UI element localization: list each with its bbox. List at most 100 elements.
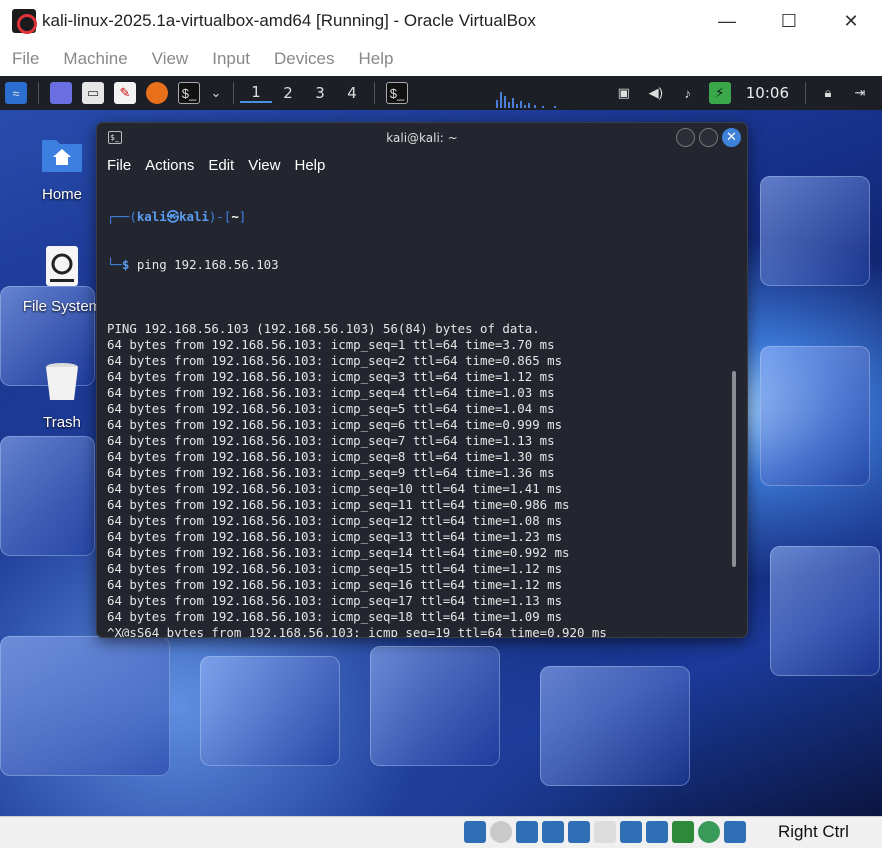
panel-separator: [38, 82, 39, 104]
terminal-menu-actions[interactable]: Actions: [145, 157, 194, 174]
terminal-line: 64 bytes from 192.168.56.103: icmp_seq=2…: [107, 353, 563, 368]
prompt-bracket: )-[: [208, 209, 232, 224]
terminal-task-icon[interactable]: $_: [386, 82, 408, 104]
terminal-line: 64 bytes from 192.168.56.103: icmp_seq=1…: [107, 577, 563, 592]
menu-file[interactable]: File: [0, 49, 51, 69]
terminal-line: 64 bytes from 192.168.56.103: icmp_seq=8…: [107, 449, 555, 464]
terminal-close-button[interactable]: ✕: [722, 128, 741, 147]
vbox-menubar: File Machine View Input Devices Help: [0, 42, 882, 76]
terminal-line: 64 bytes from 192.168.56.103: icmp_seq=7…: [107, 433, 555, 448]
file-manager-icon[interactable]: ▭: [82, 82, 104, 104]
terminal-maximize-button[interactable]: [699, 128, 718, 147]
terminal-line: 64 bytes from 192.168.56.103: icmp_seq=1…: [107, 545, 570, 560]
notification-bell-icon[interactable]: ♪: [677, 82, 699, 104]
minimize-button[interactable]: —: [696, 0, 758, 42]
terminal-line: 64 bytes from 192.168.56.103: icmp_seq=1…: [107, 609, 563, 624]
prompt-bracket: ┌──(: [107, 209, 137, 224]
workspace-3[interactable]: 3: [304, 84, 336, 102]
terminal-line: 64 bytes from 192.168.56.103: icmp_seq=6…: [107, 417, 563, 432]
chevron-down-icon[interactable]: ⌄: [210, 82, 222, 104]
prompt-user: kali: [136, 209, 167, 224]
maximize-button[interactable]: ☐: [758, 0, 820, 42]
display-status-icon[interactable]: [620, 821, 642, 843]
menu-machine[interactable]: Machine: [51, 49, 139, 69]
menu-help[interactable]: Help: [347, 49, 406, 69]
volume-icon[interactable]: ◀): [645, 82, 667, 104]
guest-additions-icon[interactable]: [698, 821, 720, 843]
audio-icon[interactable]: [516, 821, 538, 843]
network-icon[interactable]: [542, 821, 564, 843]
terminal-line: 64 bytes from 192.168.56.103: icmp_seq=1…: [107, 513, 563, 528]
terminal-line: 64 bytes from 192.168.56.103: icmp_seq=5…: [107, 401, 555, 416]
panel-clock[interactable]: 10:06: [746, 84, 789, 102]
optical-drive-icon[interactable]: [490, 821, 512, 843]
display-icon[interactable]: ▣: [613, 82, 635, 104]
terminal-launcher-icon[interactable]: $_: [178, 82, 200, 104]
kali-panel: ≈ ▭ ✎ $_ ⌄ 1 2 3 4 $_ ▣ ◀) ♪ ⚡ 10:06 🔒︎ …: [0, 76, 882, 110]
terminal-titlebar[interactable]: $_ kali@kali: ~ ✕: [97, 123, 747, 153]
shared-folders-icon[interactable]: [594, 821, 616, 843]
cpu-activity-icon[interactable]: [672, 821, 694, 843]
panel-separator: [374, 82, 375, 104]
vbox-titlebar: kali-linux-2025.1a-virtualbox-amd64 [Run…: [0, 0, 882, 42]
vbox-statusbar: Right Ctrl: [0, 816, 882, 848]
window-title: kali-linux-2025.1a-virtualbox-amd64 [Run…: [42, 11, 536, 30]
status-icons: [464, 821, 746, 843]
terminal-menu-view[interactable]: View: [248, 157, 280, 174]
terminal-menu-file[interactable]: File: [107, 157, 131, 174]
menu-devices[interactable]: Devices: [262, 49, 346, 69]
terminal-output[interactable]: ┌──(kali㉿kali)-[~] └─$ ping 192.168.56.1…: [107, 177, 727, 637]
guest-display[interactable]: ≈ ▭ ✎ $_ ⌄ 1 2 3 4 $_ ▣ ◀) ♪ ⚡ 10:06 🔒︎ …: [0, 76, 882, 816]
drive-icon: [46, 246, 78, 286]
terminal-line: 64 bytes from 192.168.56.103: icmp_seq=1…: [107, 337, 555, 352]
firefox-icon[interactable]: [146, 82, 168, 104]
wallpaper-cube: [760, 176, 870, 286]
terminal-window-icon: $_: [108, 131, 122, 144]
terminal-menu-help[interactable]: Help: [294, 157, 325, 174]
terminal-line: 64 bytes from 192.168.56.103: icmp_seq=4…: [107, 385, 555, 400]
workspace-4[interactable]: 4: [336, 84, 368, 102]
hard-disk-icon[interactable]: [464, 821, 486, 843]
prompt-line-2: └─$ ping 192.168.56.103: [107, 257, 727, 273]
menu-input[interactable]: Input: [200, 49, 262, 69]
lock-icon[interactable]: 🔒︎: [817, 82, 839, 104]
logout-icon[interactable]: ⇥: [849, 82, 871, 104]
show-desktop-icon[interactable]: [50, 82, 72, 104]
prompt-bracket: ]: [238, 209, 247, 224]
wallpaper-cube: [0, 636, 170, 776]
wallpaper-cube: [540, 666, 690, 786]
prompt-corner: └─: [107, 257, 122, 272]
mouse-integration-icon[interactable]: [724, 821, 746, 843]
close-button[interactable]: ✕: [820, 0, 882, 42]
trash-icon: [46, 363, 78, 400]
kali-menu-icon[interactable]: ≈: [5, 82, 27, 104]
host-key-label: Right Ctrl: [778, 822, 849, 841]
panel-separator: [233, 82, 234, 104]
panel-separator: [805, 82, 806, 104]
ping-output: PING 192.168.56.103 (192.168.56.103) 56(…: [107, 305, 727, 637]
virtualbox-app-icon: [12, 9, 37, 34]
battery-charging-icon[interactable]: ⚡: [708, 82, 731, 104]
recording-icon[interactable]: [646, 821, 668, 843]
cpu-graph: [496, 92, 556, 108]
terminal-scrollbar[interactable]: [732, 371, 736, 567]
workspace-1[interactable]: 1: [240, 83, 272, 103]
home-folder-icon: [42, 140, 82, 172]
prompt-command: ping 192.168.56.103: [129, 257, 279, 272]
text-editor-icon[interactable]: ✎: [114, 82, 136, 104]
terminal-line: 64 bytes from 192.168.56.103: icmp_seq=1…: [107, 529, 563, 544]
terminal-minimize-button[interactable]: [676, 128, 695, 147]
usb-icon[interactable]: [568, 821, 590, 843]
menu-view[interactable]: View: [140, 49, 201, 69]
terminal-menu-edit[interactable]: Edit: [208, 157, 234, 174]
terminal-line: PING 192.168.56.103 (192.168.56.103) 56(…: [107, 321, 540, 336]
terminal-line: ^X@sS64 bytes from 192.168.56.103: icmp_…: [107, 625, 607, 637]
wallpaper-cube: [200, 656, 340, 766]
wallpaper-cube: [370, 646, 500, 766]
terminal-line: 64 bytes from 192.168.56.103: icmp_seq=3…: [107, 369, 555, 384]
workspace-2[interactable]: 2: [272, 84, 304, 102]
terminal-window-controls: ✕: [676, 128, 741, 147]
panel-tray: ▣ ◀) ♪ ⚡ 10:06 🔒︎ ⇥: [608, 76, 876, 110]
terminal-window[interactable]: $_ kali@kali: ~ ✕ File Actions Edit View…: [97, 123, 747, 637]
